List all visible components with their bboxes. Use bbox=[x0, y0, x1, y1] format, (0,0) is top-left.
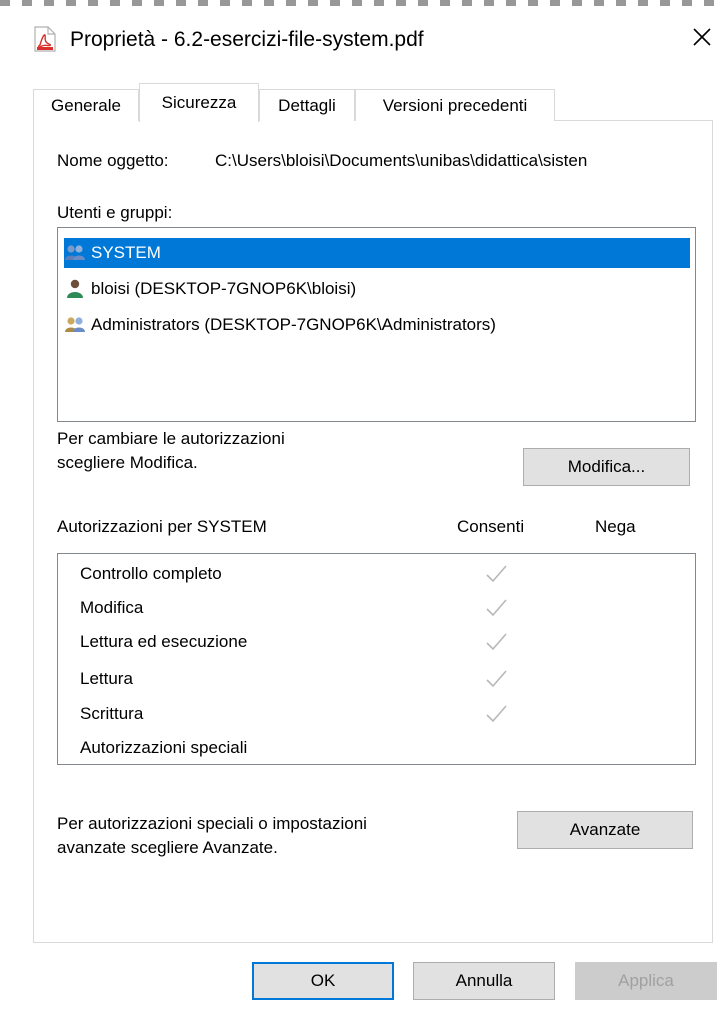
change-hint-line1: Per cambiare le autorizzazioni bbox=[57, 429, 285, 448]
apply-button-label: Applica bbox=[618, 971, 674, 990]
permission-row: Scrittura bbox=[80, 700, 143, 728]
permission-name: Lettura ed esecuzione bbox=[80, 632, 248, 651]
list-item-system[interactable]: SYSTEM bbox=[64, 238, 690, 268]
check-icon bbox=[484, 667, 508, 691]
permission-row: Lettura ed esecuzione bbox=[80, 628, 247, 656]
permission-name: Modifica bbox=[80, 598, 144, 617]
permission-row: Controllo completo bbox=[80, 560, 222, 588]
permissions-for-label: Autorizzazioni per SYSTEM bbox=[57, 517, 267, 536]
window-top-edge bbox=[0, 0, 723, 6]
user-name: Administrators (DESKTOP-7GNOP6K\Administ… bbox=[91, 315, 496, 334]
advanced-hint-line1: Per autorizzazioni speciali o impostazio… bbox=[57, 814, 367, 833]
column-deny: Nega bbox=[595, 517, 636, 536]
title-bar: Proprietà - 6.2-esercizi-file-system.pdf bbox=[0, 8, 723, 70]
edit-button[interactable]: Modifica... bbox=[523, 448, 690, 486]
edit-button-label: Modifica... bbox=[567, 457, 646, 476]
pdf-file-icon bbox=[34, 26, 56, 52]
advanced-hint-line2: avanzate scegliere Avanzate. bbox=[57, 838, 278, 857]
permission-row: Autorizzazioni speciali bbox=[80, 734, 247, 762]
cancel-button-label: Annulla bbox=[455, 971, 513, 990]
check-icon bbox=[484, 702, 508, 726]
check-icon bbox=[484, 596, 508, 620]
close-icon bbox=[692, 27, 712, 52]
check-icon bbox=[484, 630, 508, 654]
column-allow: Consenti bbox=[457, 517, 525, 536]
tab-label: Versioni precedenti bbox=[382, 95, 528, 115]
ok-button-label: OK bbox=[310, 971, 336, 990]
window-title: Proprietà - 6.2-esercizi-file-system.pdf bbox=[70, 28, 424, 51]
user-name: bloisi (DESKTOP-7GNOP6K\bloisi) bbox=[91, 279, 357, 298]
change-hint-line2: scegliere Modifica. bbox=[57, 453, 198, 472]
tab-sicurezza[interactable]: Sicurezza bbox=[139, 83, 259, 122]
apply-button[interactable]: Applica bbox=[575, 962, 717, 1000]
tab-label: Sicurezza bbox=[161, 93, 237, 112]
tab-generale[interactable]: Generale bbox=[33, 89, 139, 121]
list-item-bloisi[interactable]: bloisi (DESKTOP-7GNOP6K\bloisi) bbox=[64, 274, 359, 304]
object-name-value: C:\Users\bloisi\Documents\unibas\didatti… bbox=[215, 151, 588, 170]
groups-label: Utenti e gruppi: bbox=[57, 203, 173, 222]
permission-name: Autorizzazioni speciali bbox=[80, 738, 248, 757]
close-button[interactable] bbox=[680, 16, 723, 62]
user-icon bbox=[64, 278, 86, 300]
permission-name: Lettura bbox=[80, 669, 133, 688]
advanced-button[interactable]: Avanzate bbox=[517, 811, 693, 849]
object-name-label: Nome oggetto: bbox=[57, 151, 169, 170]
properties-dialog: Proprietà - 6.2-esercizi-file-system.pdf… bbox=[0, 0, 723, 1016]
users-group-icon bbox=[64, 314, 86, 336]
cancel-button[interactable]: Annulla bbox=[413, 962, 555, 1000]
user-name: SYSTEM bbox=[88, 243, 164, 263]
check-icon bbox=[484, 562, 508, 586]
users-group-icon bbox=[64, 242, 86, 264]
permission-name: Scrittura bbox=[80, 704, 144, 723]
permission-row: Lettura bbox=[80, 665, 133, 693]
tab-versioni-precedenti[interactable]: Versioni precedenti bbox=[355, 89, 555, 121]
tab-label: Dettagli bbox=[278, 95, 336, 115]
tab-dettagli[interactable]: Dettagli bbox=[259, 89, 355, 121]
permission-row: Modifica bbox=[80, 594, 143, 622]
users-list[interactable]: SYSTEM bloisi (DESKTOP-7GNOP6K\bloisi) A… bbox=[57, 227, 696, 422]
advanced-button-label: Avanzate bbox=[569, 820, 641, 839]
tab-label: Generale bbox=[51, 95, 121, 115]
list-item-administrators[interactable]: Administrators (DESKTOP-7GNOP6K\Administ… bbox=[64, 310, 499, 340]
permission-name: Controllo completo bbox=[80, 564, 222, 583]
permissions-list: Controllo completo Modifica Lettura ed e… bbox=[57, 553, 696, 765]
ok-button[interactable]: OK bbox=[252, 962, 394, 1000]
